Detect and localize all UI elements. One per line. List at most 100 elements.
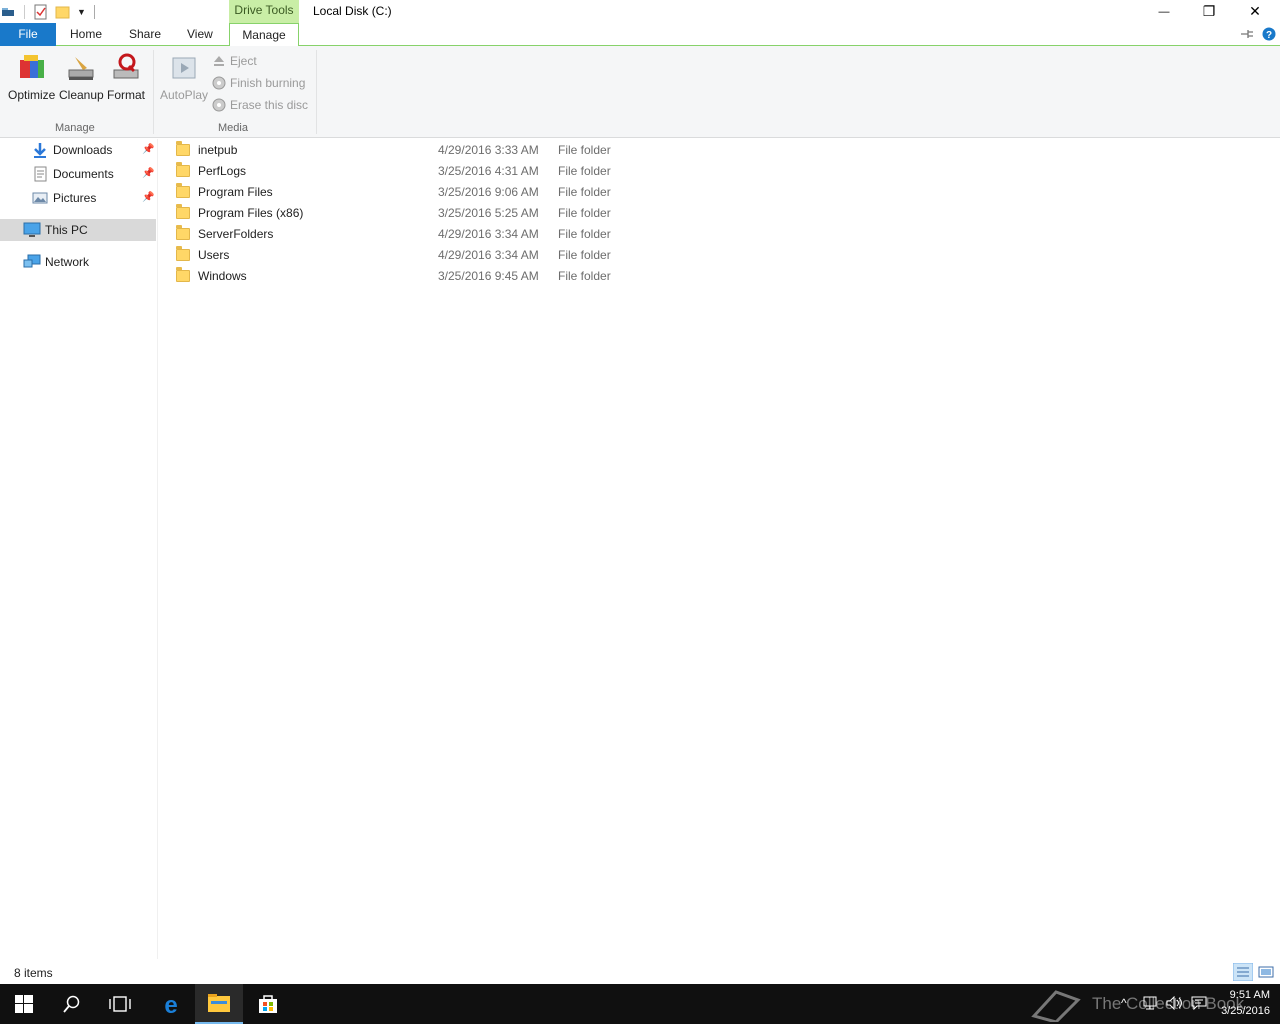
pin-icon[interactable]: 📌 [142,168,154,180]
file-date-modified: 3/25/2016 5:25 AM [438,205,539,220]
clock-time: 9:51 AM [1229,989,1270,1001]
store-taskbar-button[interactable] [244,984,292,1024]
file-name: Program Files (x86) [198,205,304,220]
file-date-modified: 3/25/2016 9:06 AM [438,184,539,199]
ribbon-tab-strip: File Home Share View Manage ? [0,23,1280,47]
file-explorer-icon [208,994,230,1012]
new-folder-icon[interactable] [55,4,71,20]
file-row[interactable]: Windows 3/25/2016 9:45 AM File folder [176,265,636,286]
restore-icon: ❐ [1202,3,1216,19]
file-date-modified: 4/29/2016 3:34 AM [438,247,539,262]
cleanup-button[interactable]: Cleanup [59,52,104,102]
disc-erase-icon [212,98,226,112]
tab-file[interactable]: File [0,23,56,46]
eject-button: Eject [212,51,257,71]
title-bar: ▼ Drive Tools Local Disk (C:) — ❐ ✕ [0,0,1280,23]
file-row[interactable]: Program Files 3/25/2016 9:06 AM File folde… [176,181,636,202]
erase-disc-button: Erase this disc [212,95,308,115]
nav-item-pictures[interactable]: Pictures 📌 [0,187,156,209]
finish-burning-button: Finish burning [212,73,305,93]
file-name: Program Files [198,184,273,199]
pictures-icon [32,192,48,204]
optimize-button[interactable]: Optimize [8,52,55,102]
autoplay-label: AutoPlay [160,88,209,102]
show-hidden-icons-chevron-icon[interactable]: ^ [1121,996,1127,1010]
computer-icon [23,222,41,237]
group-separator [316,50,317,134]
task-view-icon [109,996,131,1012]
pin-icon[interactable]: 📌 [142,192,154,204]
nav-item-documents[interactable]: Documents 📌 [0,163,156,185]
volume-icon[interactable] [1166,996,1184,1010]
cleanup-icon [68,57,94,80]
nav-item-downloads[interactable]: Downloads 📌 [0,139,156,161]
format-icon [113,53,139,79]
nav-label: Network [45,255,90,269]
file-name: PerfLogs [198,163,247,178]
svg-text:e: e [164,992,177,1016]
erase-disc-label: Erase this disc [230,98,309,112]
file-date-modified: 4/29/2016 3:33 AM [438,142,539,157]
file-type: File folder [558,163,611,178]
pane-divider[interactable] [157,139,158,959]
nav-item-network[interactable]: Network [0,251,156,273]
format-label: Format [107,88,146,102]
store-icon [259,995,277,1013]
minimize-button[interactable]: — [1141,0,1187,23]
folder-icon [176,203,190,219]
nav-label: Pictures [53,191,97,205]
clock-date: 3/25/2016 [1221,1005,1270,1017]
file-explorer-taskbar-button[interactable] [195,984,243,1024]
nav-item-this-pc[interactable]: This PC [0,219,156,241]
large-icons-view-icon[interactable] [1256,963,1276,981]
file-row[interactable]: Users 4/29/2016 3:34 AM File folder [176,244,636,265]
folder-icon [176,140,190,156]
task-view-button[interactable] [96,984,144,1024]
file-row[interactable]: ServerFolders 4/29/2016 3:34 AM File folde… [176,223,636,244]
close-button[interactable]: ✕ [1232,0,1278,23]
system-clock[interactable]: 9:51 AM 3/25/2016 [1221,987,1270,1019]
file-row[interactable]: Program Files (x86) 3/25/2016 5:25 AM File… [176,202,636,223]
folder-icon [176,161,190,177]
autoplay-button: AutoPlay [160,52,208,102]
search-button[interactable] [48,984,96,1024]
network-status-icon[interactable] [1143,996,1159,1010]
start-button[interactable] [0,984,48,1024]
action-center-icon[interactable] [1191,996,1207,1010]
restore-button[interactable]: ❐ [1186,0,1232,23]
properties-icon[interactable] [33,4,49,20]
eject-icon [214,56,224,66]
network-icon [23,254,41,268]
file-name: Windows [198,268,247,283]
edge-taskbar-button[interactable]: e [147,984,195,1024]
file-type: File folder [558,142,611,157]
tab-manage[interactable]: Manage [229,23,299,47]
tab-view[interactable]: View [177,23,223,46]
folder-icon [176,266,190,282]
watermark: The Collection Book [1030,984,1244,1024]
disc-burn-icon [212,76,226,90]
quick-access-toolbar: ▼ [2,3,95,21]
help-icon[interactable]: ? [1262,27,1276,41]
tab-share[interactable]: Share [119,23,171,46]
format-button[interactable]: Format [107,52,145,102]
file-name: Users [198,247,230,262]
details-view-icon[interactable] [1233,963,1253,981]
explorer-app-icon[interactable] [2,4,18,20]
file-type: File folder [558,268,611,283]
file-type: File folder [558,184,611,199]
tab-home[interactable]: Home [60,23,112,46]
search-icon [63,995,80,1013]
folder-icon [176,224,190,240]
pin-ribbon-icon[interactable] [1240,28,1254,40]
file-date-modified: 4/29/2016 3:34 AM [438,226,539,241]
file-row[interactable]: PerfLogs 3/25/2016 4:31 AM File folder [176,160,636,181]
file-row[interactable]: inetpub 4/29/2016 3:33 AM File folder [176,139,636,160]
pin-icon[interactable]: 📌 [142,144,154,156]
downloads-icon [34,143,46,158]
customize-qat-chevron-icon[interactable]: ▼ [77,7,86,17]
close-icon: ✕ [1249,3,1261,19]
ribbon-body: Optimize Cleanup Format Manage AutoPlay … [0,46,1280,138]
nav-label: Downloads [53,143,113,157]
file-name: inetpub [198,142,238,157]
